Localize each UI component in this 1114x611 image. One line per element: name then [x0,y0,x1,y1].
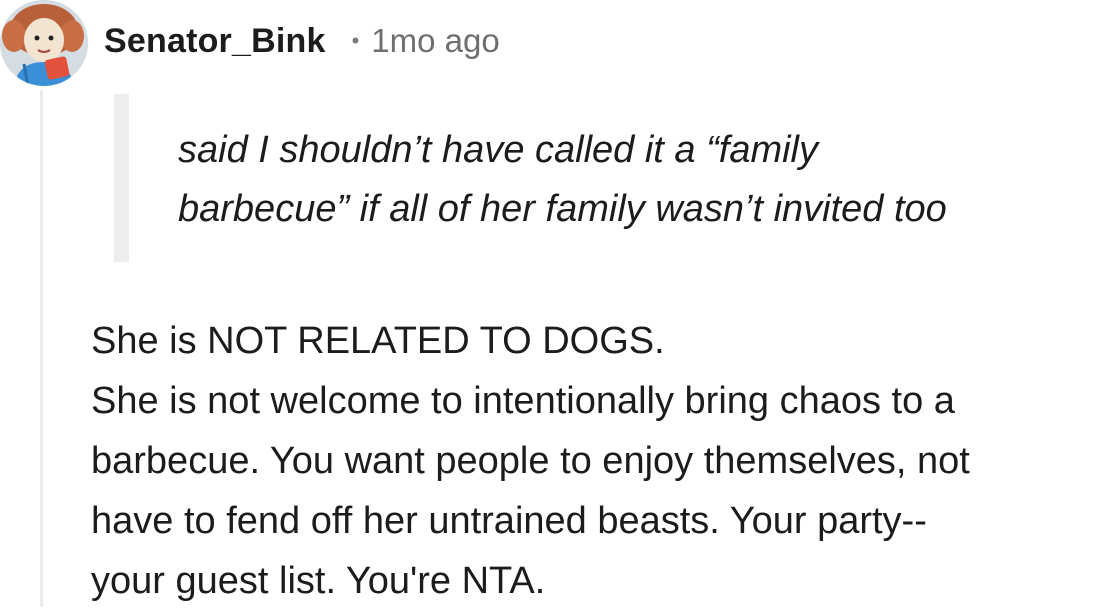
body-line: She is NOT RELATED TO DOGS. [91,320,665,362]
meta-separator: • [351,28,360,53]
quote-line: barbecue” if all of her family wasn’t in… [178,188,947,230]
thread-line[interactable] [40,90,43,607]
body-line: your guest list. You're NTA. [91,560,546,602]
user-avatar-icon [0,0,88,86]
comment-timestamp[interactable]: 1mo ago [371,22,499,60]
body-line: barbecue. You want people to enjoy thems… [91,440,970,482]
body-line: She is not welcome to intentionally brin… [91,380,955,422]
blockquote-text: said I shouldn’t have called it a “famil… [178,121,1108,239]
avatar[interactable] [0,0,88,86]
comment-header: Senator_Bink • 1mo ago [104,18,500,64]
quote-line: said I shouldn’t have called it a “famil… [178,129,818,171]
comment-body: She is NOT RELATED TO DOGS. She is not w… [91,311,1111,611]
body-line: have to fend off her untrained beasts. Y… [91,500,927,542]
blockquote-bar [114,94,129,262]
author-username[interactable]: Senator_Bink [104,22,326,61]
